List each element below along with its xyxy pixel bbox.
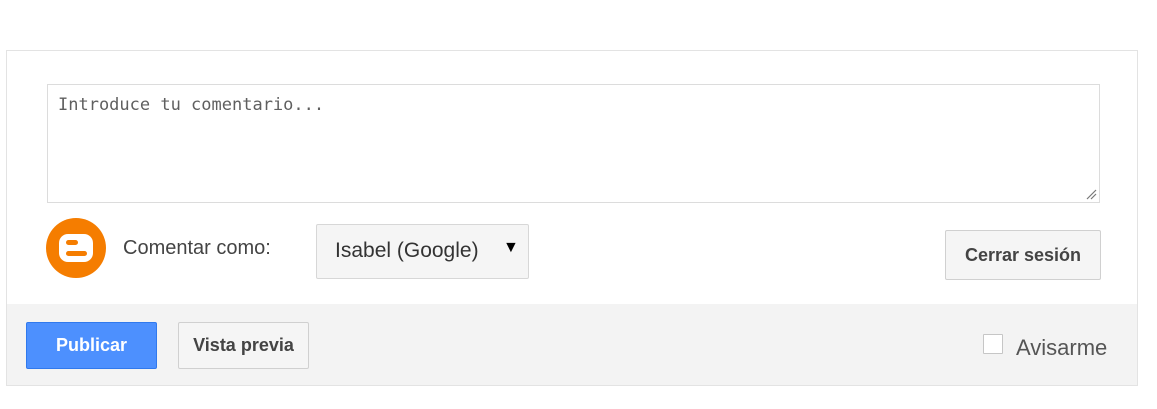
account-select-value: Isabel (Google) (335, 239, 479, 262)
resize-grip-icon[interactable] (1085, 188, 1097, 200)
notify-label[interactable]: Avisarme (1016, 335, 1107, 361)
publish-button[interactable]: Publicar (26, 322, 157, 369)
form-footer: Publicar Vista previa Avisarme (7, 304, 1137, 385)
preview-button[interactable]: Vista previa (178, 322, 309, 369)
comment-textarea[interactable] (47, 84, 1100, 203)
blogger-logo-icon (46, 218, 106, 278)
account-select[interactable]: Isabel (Google) ▼ (316, 224, 529, 279)
logout-button[interactable]: Cerrar sesión (945, 230, 1101, 280)
triangle-down-icon: ▼ (503, 239, 519, 256)
comment-form: Comentar como: Isabel (Google) ▼ Cerrar … (6, 50, 1138, 386)
notify-checkbox[interactable] (983, 334, 1003, 354)
comment-as-label: Comentar como: (123, 237, 271, 259)
